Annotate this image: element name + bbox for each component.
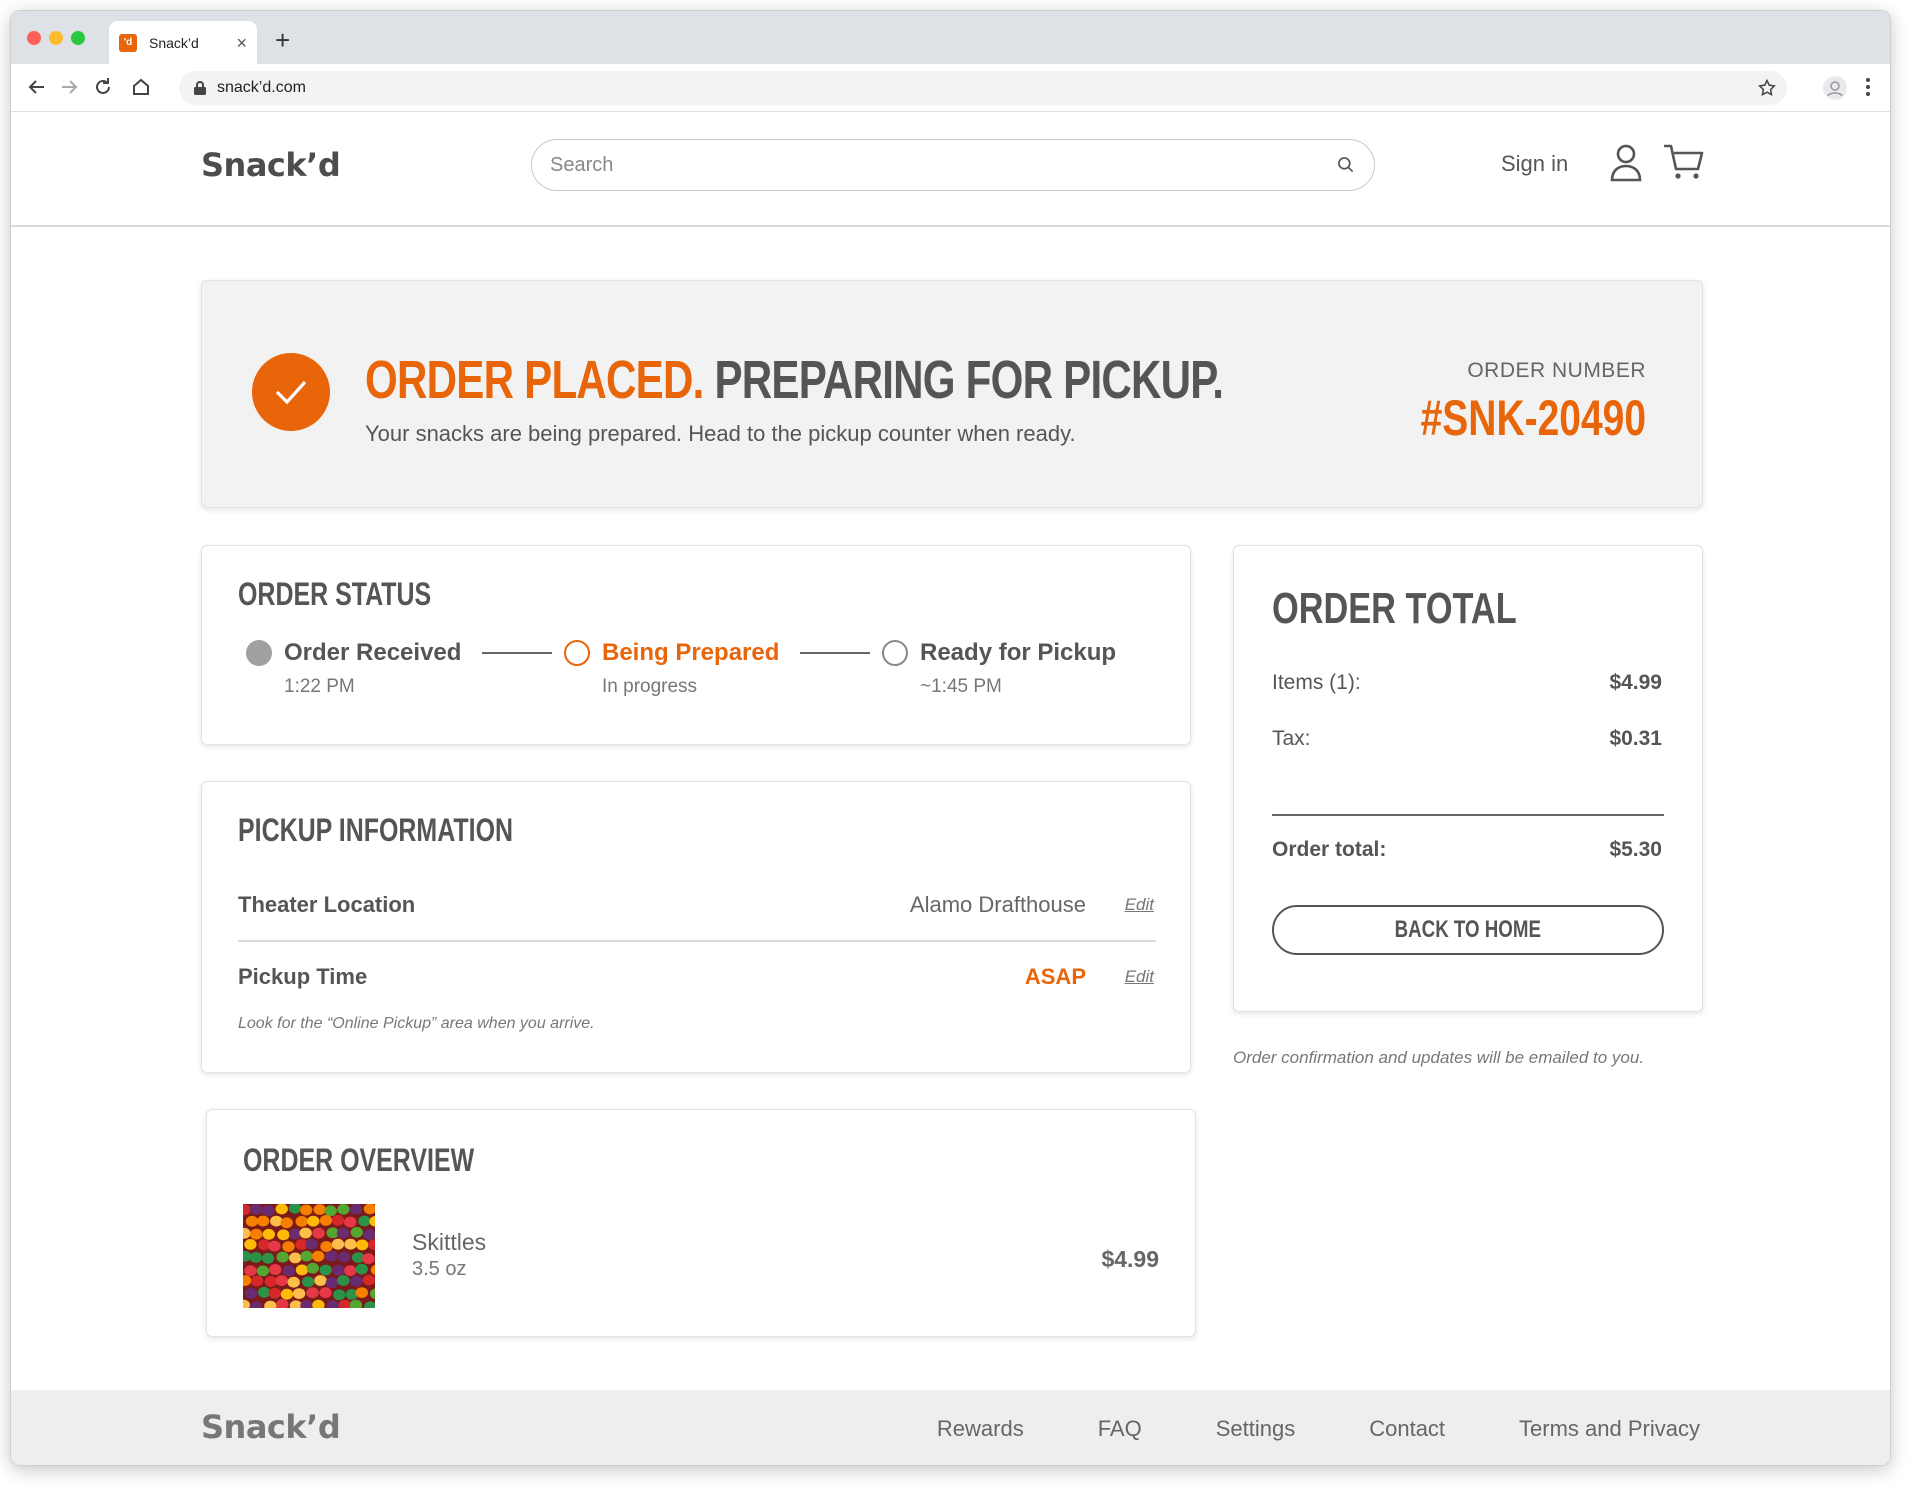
search-input[interactable] xyxy=(550,153,1336,177)
browser-menu-icon[interactable] xyxy=(1865,76,1871,98)
order-overview-card: ORDER OVERVIEW Skittles 3.5 oz $4.99 xyxy=(206,1109,1196,1337)
total-divider xyxy=(1272,814,1664,816)
order-total-label: Order total: xyxy=(1272,838,1387,861)
pickup-information-card: PICKUP INFORMATION Theater Location Alam… xyxy=(201,781,1191,1073)
footer-link-rewards[interactable]: Rewards xyxy=(937,1416,1024,1442)
step-pending-icon xyxy=(882,640,908,666)
step-label: Ready for Pickup xyxy=(920,639,1117,666)
address-bar[interactable]: snack’d.com xyxy=(179,71,1787,105)
url-text: snack’d.com xyxy=(217,79,306,96)
reload-icon[interactable] xyxy=(91,75,115,99)
search-bar[interactable] xyxy=(531,139,1375,191)
banner-title-rest: PREPARING FOR PICKUP. xyxy=(714,350,1224,410)
browser-toolbar: snack’d.com xyxy=(11,64,1890,112)
status-step-received: Order Received xyxy=(246,639,461,667)
shopping-cart-icon[interactable] xyxy=(1662,142,1704,182)
tax-label: Tax: xyxy=(1272,727,1311,750)
order-status-title: ORDER STATUS xyxy=(238,576,432,612)
site-footer: Snack’d Rewards FAQ Settings Contact Ter… xyxy=(11,1390,1890,1465)
step-label: Order Received xyxy=(284,639,462,666)
footer-link-terms[interactable]: Terms and Privacy xyxy=(1519,1416,1700,1442)
footer-link-contact[interactable]: Contact xyxy=(1369,1416,1445,1442)
maximize-window-button[interactable] xyxy=(71,31,85,45)
sign-in-link[interactable]: Sign in xyxy=(1501,151,1568,177)
tab-close-icon[interactable]: × xyxy=(236,34,247,52)
pickup-time-label: Pickup Time xyxy=(238,964,368,989)
site-logo[interactable]: Snack’d xyxy=(201,146,341,184)
theater-location-label: Theater Location xyxy=(238,892,416,917)
banner-title: ORDER PLACED. PREPARING FOR PICKUP. xyxy=(365,349,1224,411)
minimize-window-button[interactable] xyxy=(49,31,63,45)
pickup-information-title: PICKUP INFORMATION xyxy=(238,812,514,848)
item-size: 3.5 oz xyxy=(412,1258,467,1280)
items-label: Items (1): xyxy=(1272,671,1361,694)
back-to-home-label: BACK TO HOME xyxy=(1394,916,1542,943)
order-total-value: $5.30 xyxy=(1609,838,1662,861)
step-time: 1:22 PM xyxy=(284,676,355,697)
back-to-home-button[interactable]: BACK TO HOME xyxy=(1272,905,1664,955)
order-confirmation-banner: ORDER PLACED. PREPARING FOR PICKUP. Your… xyxy=(201,280,1703,508)
order-overview-title: ORDER OVERVIEW xyxy=(243,1142,475,1178)
favicon-icon: 'd xyxy=(119,33,137,52)
status-step-preparing: Being Prepared xyxy=(564,639,779,667)
new-tab-button[interactable]: + xyxy=(275,27,290,53)
step-done-icon xyxy=(246,640,272,666)
item-price: $4.99 xyxy=(1101,1246,1159,1272)
user-account-icon[interactable] xyxy=(1609,142,1643,182)
site-page: Snack’d Sign in ORDER PLACED. PREPARING … xyxy=(11,112,1890,1465)
order-status-card: ORDER STATUS Order Received 1:22 PM Bein… xyxy=(201,545,1191,745)
bookmark-star-icon[interactable] xyxy=(1757,78,1777,98)
banner-title-highlight: ORDER PLACED. xyxy=(365,350,704,410)
success-check-icon xyxy=(252,353,330,431)
step-status: In progress xyxy=(602,676,698,697)
tab-title: Snack’d xyxy=(149,34,199,51)
order-number-label: ORDER NUMBER xyxy=(1467,359,1646,382)
step-eta: ~1:45 PM xyxy=(920,676,1002,697)
site-header: Snack’d Sign in xyxy=(11,112,1890,227)
theater-location-value: Alamo Drafthouse xyxy=(909,892,1086,917)
footer-link-faq[interactable]: FAQ xyxy=(1098,1416,1142,1442)
close-window-button[interactable] xyxy=(27,31,41,45)
profile-avatar-icon[interactable] xyxy=(1823,76,1847,100)
row-divider xyxy=(238,940,1156,942)
browser-tab-bar: 'd Snack’d × + xyxy=(11,11,1890,64)
items-value: $4.99 xyxy=(1609,671,1662,694)
step-label: Being Prepared xyxy=(602,639,780,666)
browser-tab[interactable]: 'd Snack’d × xyxy=(109,21,257,64)
status-step-ready: Ready for Pickup xyxy=(882,639,1116,667)
order-total-card: ORDER TOTAL Items (1): $4.99 Tax: $0.31 … xyxy=(1233,545,1703,1012)
order-total-title: ORDER TOTAL xyxy=(1272,584,1517,633)
edit-location-link[interactable]: Edit xyxy=(1125,895,1154,915)
email-confirmation-note: Order confirmation and updates will be e… xyxy=(1233,1048,1645,1067)
item-name: Skittles xyxy=(412,1229,487,1255)
step-connector xyxy=(482,652,552,654)
home-icon[interactable] xyxy=(129,75,153,99)
banner-subtitle: Your snacks are being prepared. Head to … xyxy=(365,421,1076,446)
search-icon[interactable] xyxy=(1336,155,1356,175)
order-number-value: #SNK-20490 xyxy=(1420,390,1646,446)
forward-arrow-icon[interactable] xyxy=(57,75,81,99)
footer-links: Rewards FAQ Settings Contact Terms and P… xyxy=(937,1416,1700,1442)
lock-icon xyxy=(194,81,206,95)
pickup-time-value: ASAP xyxy=(1024,964,1086,989)
edit-pickup-time-link[interactable]: Edit xyxy=(1125,967,1154,987)
step-connector xyxy=(800,652,870,654)
step-active-icon xyxy=(564,640,590,666)
footer-logo[interactable]: Snack’d xyxy=(201,1408,341,1446)
footer-link-settings[interactable]: Settings xyxy=(1216,1416,1296,1442)
browser-window: 'd Snack’d × + snack’d.com Snack’d Sig xyxy=(10,10,1891,1466)
back-arrow-icon[interactable] xyxy=(25,75,49,99)
skittles-product-image xyxy=(243,1204,375,1308)
tax-value: $0.31 xyxy=(1609,727,1662,750)
pickup-note: Look for the “Online Pickup” area when y… xyxy=(238,1015,595,1032)
order-number: #SNK-20490 xyxy=(1357,389,1646,447)
